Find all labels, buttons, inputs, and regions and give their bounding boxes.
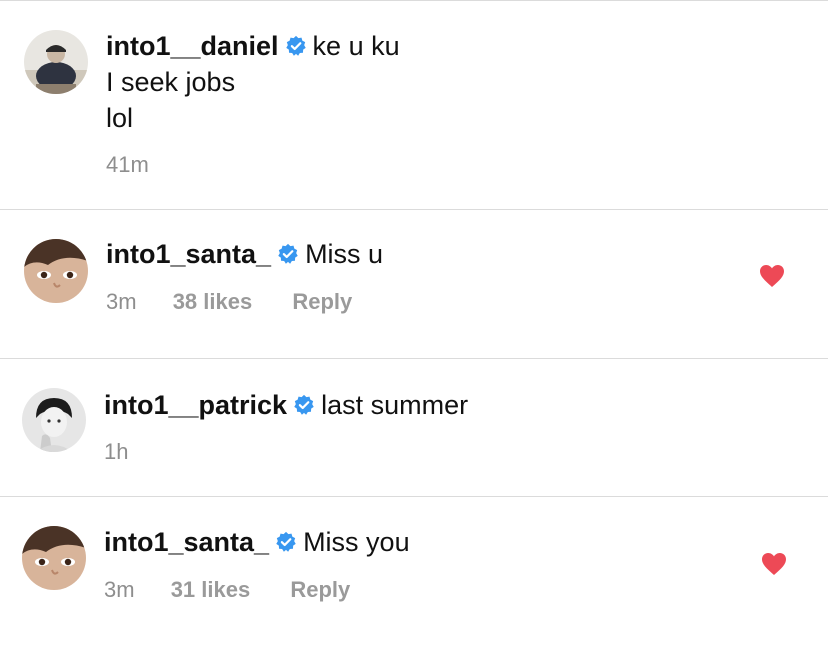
heart-icon[interactable] (759, 264, 785, 288)
comment-text-line: lol (106, 103, 134, 133)
verified-badge-icon (278, 243, 298, 264)
avatar[interactable] (22, 388, 86, 452)
reply-button[interactable]: Reply (292, 288, 352, 316)
verified-badge-icon (276, 531, 296, 552)
likes-count[interactable]: 31 likes (171, 576, 251, 604)
comment-item: into1_santa_ Miss you 3m 31 likes Reply (0, 497, 828, 660)
verified-badge-icon (285, 35, 306, 56)
comment-text: Miss u (305, 239, 384, 269)
username[interactable]: into1_santa_ (106, 239, 271, 269)
comment-line: into1__daniel ke u ku (106, 29, 400, 63)
timestamp: 3m (104, 577, 135, 602)
username[interactable]: into1__daniel (106, 31, 279, 61)
avatar[interactable] (24, 239, 88, 303)
avatar[interactable] (24, 30, 88, 94)
comment-text: Miss you (303, 527, 410, 557)
comment-meta: 41m (106, 151, 149, 179)
comment-meta: 3m 31 likes Reply (104, 576, 350, 604)
verified-badge-icon (294, 394, 314, 415)
username[interactable]: into1_santa_ (104, 527, 269, 557)
heart-icon[interactable] (761, 552, 787, 576)
comment-text-line: I seek jobs (106, 67, 236, 97)
timestamp: 1h (104, 439, 129, 464)
comment-item: into1_santa_ Miss u 3m 38 likes Reply (0, 210, 828, 358)
comment-line: into1_santa_ Miss u (106, 237, 383, 271)
comment-line: into1__patrick last summer (104, 388, 468, 422)
likes-count[interactable]: 38 likes (173, 288, 253, 316)
comment-line: into1_santa_ Miss you (104, 525, 410, 559)
reply-button[interactable]: Reply (290, 576, 350, 604)
comment-text: ke u ku (312, 31, 400, 61)
comment-feed: into1__daniel ke u ku I seek jobs lol 41m… (0, 0, 828, 660)
username[interactable]: into1__patrick (104, 390, 287, 420)
comment-meta: 1h (104, 438, 128, 466)
comment-meta: 3m 38 likes Reply (106, 288, 352, 316)
comment-text: last summer (321, 390, 469, 420)
avatar[interactable] (22, 526, 86, 590)
timestamp: 41m (106, 152, 149, 177)
comment-item: into1__daniel ke u ku I seek jobs lol 41m (0, 0, 828, 210)
comment-item: into1__patrick last summer 1h (0, 359, 828, 496)
timestamp: 3m (106, 289, 137, 314)
